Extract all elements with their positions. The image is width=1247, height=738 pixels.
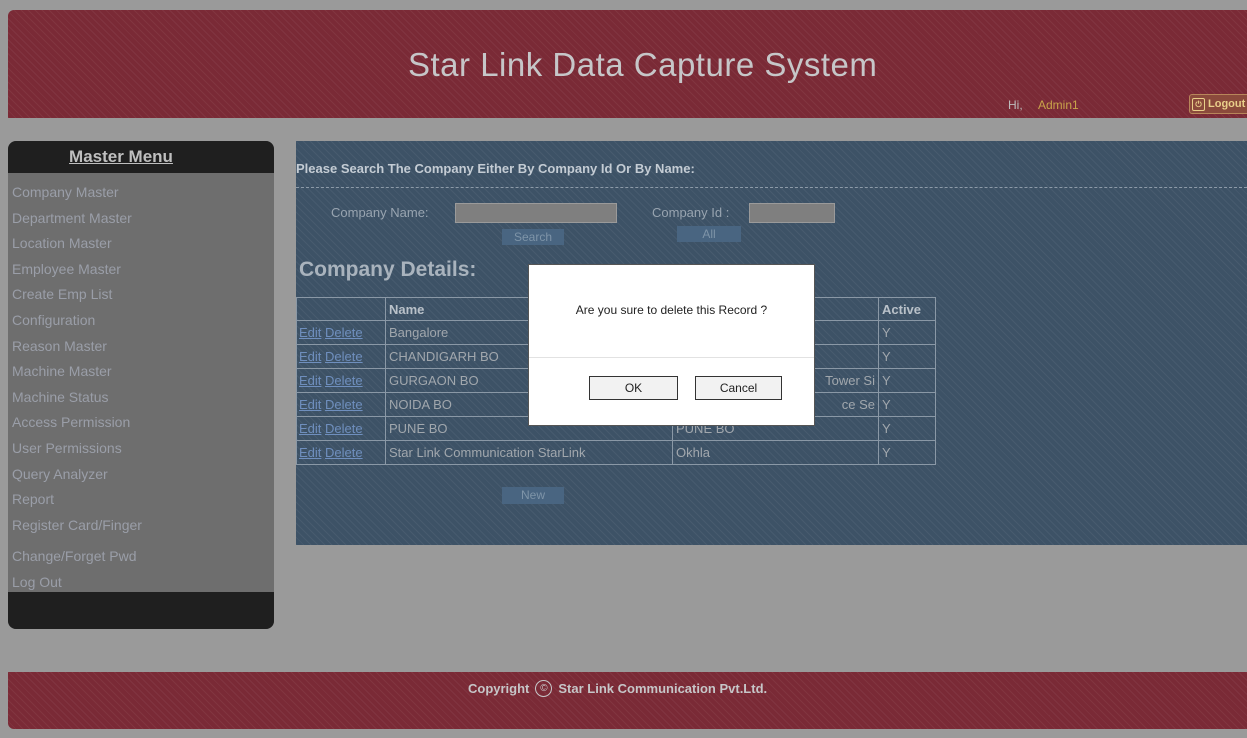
delete-link[interactable]: Delete	[325, 373, 363, 388]
menu-item-register-card-finger[interactable]: Register Card/Finger	[8, 513, 274, 539]
search-button[interactable]: Search	[502, 229, 564, 245]
master-menu-title: Master Menu	[69, 147, 173, 166]
menu-item-report[interactable]: Report	[8, 487, 274, 513]
active-cell: Y	[878, 392, 936, 417]
menu-item-create-emp-list[interactable]: Create Emp List	[8, 282, 274, 308]
row-actions: Edit Delete	[296, 440, 386, 465]
active-cell: Y	[878, 368, 936, 393]
company-name-input[interactable]	[455, 203, 617, 223]
menu-item-configuration[interactable]: Configuration	[8, 308, 274, 334]
edit-link[interactable]: Edit	[299, 421, 321, 436]
username-text: Admin1	[1038, 98, 1079, 112]
table-row: Edit Delete Star Link Communication Star…	[296, 440, 936, 465]
new-button[interactable]: New	[502, 487, 564, 504]
company-name-label: Company Name:	[331, 205, 429, 220]
logout-button[interactable]: ⏻ Logout	[1189, 94, 1247, 114]
company-details-heading: Company Details:	[299, 258, 477, 281]
row-actions: Edit Delete	[296, 392, 386, 417]
delete-link[interactable]: Delete	[325, 421, 363, 436]
edit-link[interactable]: Edit	[299, 445, 321, 460]
column-header-active: Active	[878, 297, 936, 321]
logout-label: Logout	[1208, 98, 1246, 110]
app-title: Star Link Data Capture System	[408, 46, 878, 83]
page-header: Star Link Data Capture System Hi, Admin1…	[8, 10, 1247, 118]
power-icon: ⏻	[1192, 97, 1205, 111]
master-menu-list: Company Master Department Master Locatio…	[8, 173, 274, 596]
row-actions: Edit Delete	[296, 344, 386, 369]
copyright-label: Copyright	[468, 681, 530, 696]
delete-link[interactable]: Delete	[325, 349, 363, 364]
dialog-divider	[529, 357, 814, 358]
edit-link[interactable]: Edit	[299, 397, 321, 412]
divider	[296, 187, 1247, 188]
greeting-text: Hi,	[1008, 98, 1023, 112]
copyright-line: Copyright © Star Link Communication Pvt.…	[468, 680, 767, 697]
active-cell: Y	[878, 344, 936, 369]
delete-link[interactable]: Delete	[325, 397, 363, 412]
location-cell: Okhla	[672, 440, 879, 465]
confirm-delete-dialog: Are you sure to delete this Record ? OK …	[528, 264, 815, 426]
menu-item-query-analyzer[interactable]: Query Analyzer	[8, 462, 274, 488]
edit-link[interactable]: Edit	[299, 349, 321, 364]
active-cell: Y	[878, 440, 936, 465]
company-id-label: Company Id :	[652, 205, 730, 220]
master-menu-footer	[8, 592, 274, 629]
delete-link[interactable]: Delete	[325, 445, 363, 460]
menu-item-reason-master[interactable]: Reason Master	[8, 334, 274, 360]
edit-link[interactable]: Edit	[299, 373, 321, 388]
copyright-company: Star Link Communication Pvt.Ltd.	[558, 681, 768, 696]
dialog-message: Are you sure to delete this Record ?	[575, 303, 768, 317]
menu-item-machine-master[interactable]: Machine Master	[8, 359, 274, 385]
cancel-button[interactable]: Cancel	[695, 376, 782, 400]
company-name-cell: Star Link Communication StarLink	[385, 440, 673, 465]
menu-item-machine-status[interactable]: Machine Status	[8, 385, 274, 411]
menu-item-access-permission[interactable]: Access Permission	[8, 410, 274, 436]
row-actions: Edit Delete	[296, 320, 386, 345]
menu-item-company-master[interactable]: Company Master	[8, 180, 274, 206]
edit-link[interactable]: Edit	[299, 325, 321, 340]
row-actions: Edit Delete	[296, 368, 386, 393]
menu-item-department-master[interactable]: Department Master	[8, 206, 274, 232]
menu-item-employee-master[interactable]: Employee Master	[8, 257, 274, 283]
row-actions: Edit Delete	[296, 416, 386, 441]
active-cell: Y	[878, 416, 936, 441]
search-prompt: Please Search The Company Either By Comp…	[296, 161, 695, 176]
all-button[interactable]: All	[677, 226, 741, 242]
menu-item-change-forget-pwd[interactable]: Change/Forget Pwd	[8, 544, 274, 570]
copyright-icon: ©	[535, 680, 553, 697]
column-header-actions	[296, 297, 386, 321]
master-menu-sidebar: Master Menu Company Master Department Ma…	[8, 141, 274, 629]
master-menu-header: Master Menu	[8, 141, 274, 173]
active-cell: Y	[878, 320, 936, 345]
menu-item-location-master[interactable]: Location Master	[8, 231, 274, 257]
page-footer: Copyright © Star Link Communication Pvt.…	[8, 672, 1247, 729]
menu-item-user-permissions[interactable]: User Permissions	[8, 436, 274, 462]
ok-button[interactable]: OK	[589, 376, 678, 400]
delete-link[interactable]: Delete	[325, 325, 363, 340]
company-id-input[interactable]	[749, 203, 835, 223]
